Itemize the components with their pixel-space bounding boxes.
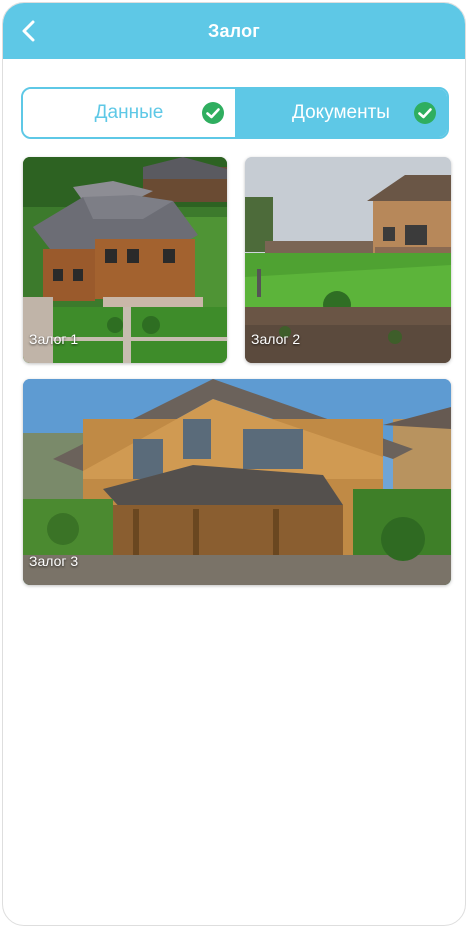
- tab-documents-label: Документы: [292, 102, 390, 123]
- check-circle-icon: [414, 102, 436, 124]
- gallery-item-label: Залог 2: [251, 331, 301, 347]
- gallery-item-label: Залог 1: [29, 331, 79, 347]
- check-circle-icon: [202, 102, 224, 124]
- wooden-house-terrace-photo: [23, 379, 451, 585]
- tab-documents[interactable]: Документы: [235, 89, 447, 137]
- chevron-left-icon: [22, 20, 35, 42]
- gallery-item-label: Залог 3: [29, 553, 79, 569]
- gallery-item-1[interactable]: Залог 1: [23, 157, 227, 363]
- top-bar: Залог: [3, 3, 465, 59]
- tab-data-label: Данные: [94, 102, 164, 123]
- segmented-tabs: Данные Документы: [21, 87, 449, 139]
- app-screen: Залог Данные Документы Залог 1 Залог 2 З…: [2, 2, 466, 926]
- gallery-item-3[interactable]: Залог 3: [23, 379, 451, 585]
- page-title: Залог: [208, 20, 260, 41]
- tab-data[interactable]: Данные: [23, 89, 235, 137]
- gallery-item-2[interactable]: Залог 2: [245, 157, 451, 363]
- back-button[interactable]: [15, 17, 43, 45]
